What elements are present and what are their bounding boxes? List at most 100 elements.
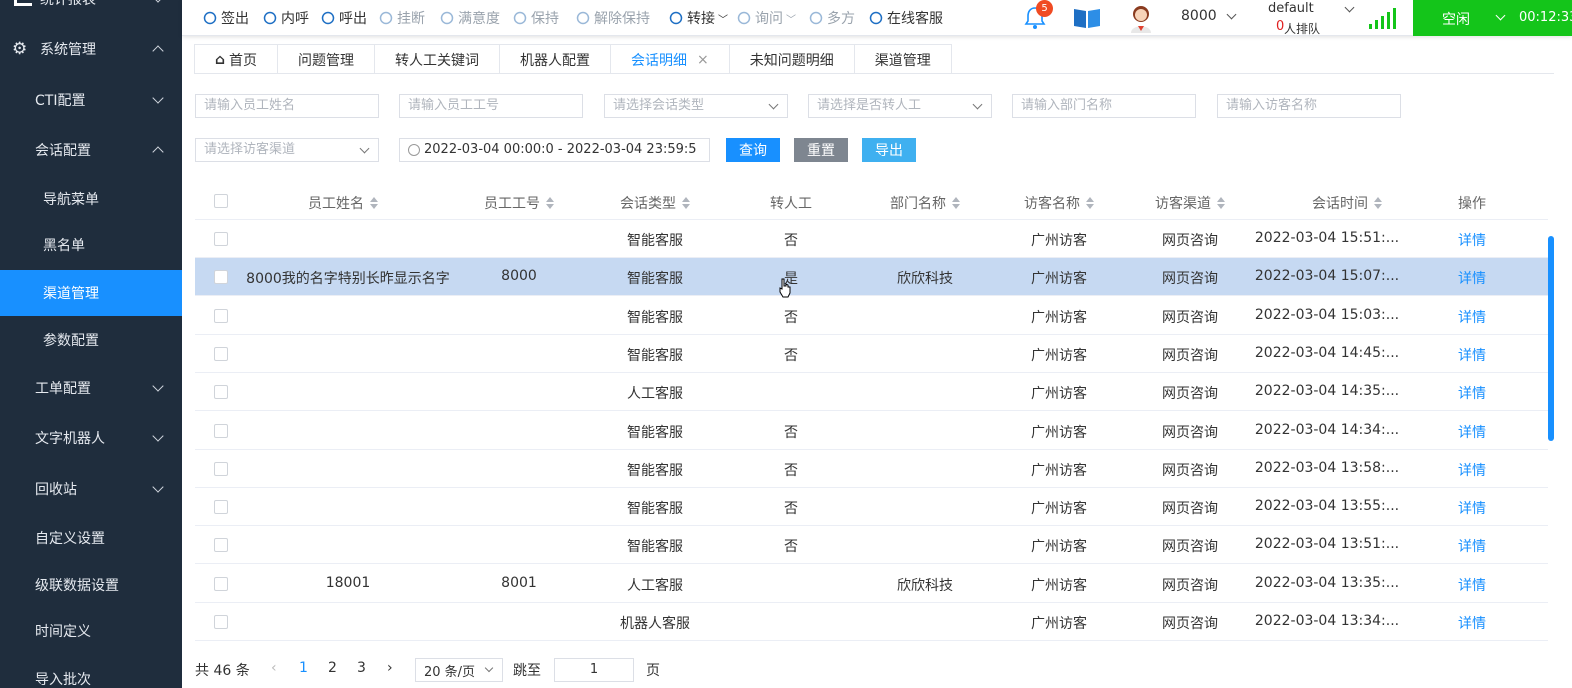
- sidebar-item-4[interactable]: 渠道管理: [0, 270, 182, 316]
- row-checkbox[interactable]: [214, 461, 228, 476]
- sort-icon[interactable]: [546, 197, 554, 209]
- detail-link[interactable]: 详情: [1458, 307, 1486, 327]
- select-all-checkbox[interactable]: [214, 194, 228, 208]
- tab-4[interactable]: 会话明细 ×: [610, 44, 730, 74]
- scrollbar[interactable]: [1548, 236, 1554, 441]
- row-checkbox[interactable]: [214, 423, 228, 438]
- department-input[interactable]: 请输入部门名称: [1012, 94, 1196, 118]
- book-icon[interactable]: [1072, 6, 1102, 34]
- sidebar-item-10[interactable]: 级联数据设置: [0, 562, 182, 608]
- detail-link[interactable]: 详情: [1458, 536, 1486, 556]
- toolbar-pause-button[interactable]: 保持: [512, 8, 559, 28]
- sort-icon[interactable]: [952, 197, 960, 209]
- query-button[interactable]: 查询: [726, 138, 780, 162]
- visitor-channel-select[interactable]: 请选择访客渠道: [195, 138, 379, 162]
- row-checkbox[interactable]: [214, 500, 228, 515]
- row-checkbox[interactable]: [214, 615, 228, 629]
- column-header[interactable]: 部门名称: [890, 193, 960, 213]
- close-icon[interactable]: ×: [697, 52, 709, 68]
- sort-icon[interactable]: [1086, 197, 1094, 209]
- page-2[interactable]: 2: [328, 660, 337, 676]
- employee-name-input[interactable]: 请输入员工姓名: [195, 94, 379, 118]
- sidebar-item-6[interactable]: 工单配置: [0, 365, 182, 411]
- next-page-icon[interactable]: ›: [387, 660, 393, 676]
- avatar[interactable]: [1128, 3, 1154, 33]
- toolbar-hangup-button[interactable]: 挂断: [378, 8, 425, 28]
- agent-status-dropdown[interactable]: 空闲 00:12:33: [1413, 0, 1572, 36]
- bell-icon[interactable]: 5: [1024, 0, 1053, 30]
- table-row[interactable]: 智能客服 否 广州访客 网页咨询 2022-03-04 15:51:... 详情: [195, 220, 1548, 258]
- sort-icon[interactable]: [1374, 197, 1382, 209]
- row-checkbox[interactable]: [214, 232, 228, 246]
- tab-6[interactable]: 渠道管理: [853, 44, 952, 74]
- tab-1[interactable]: 问题管理: [277, 44, 376, 74]
- toolbar-transfer-button[interactable]: 转接 ﹀: [668, 8, 728, 28]
- table-row[interactable]: 机器人客服 广州访客 网页咨询 2022-03-04 13:34:... 详情: [195, 603, 1548, 641]
- toolbar-group-button[interactable]: 多方: [808, 8, 855, 28]
- employee-id-input[interactable]: 请输入员工工号: [399, 94, 583, 118]
- transfer-select[interactable]: 请选择是否转人工: [808, 94, 992, 118]
- toolbar-chat-button[interactable]: 在线客服: [868, 8, 943, 28]
- toolbar-play-button[interactable]: 解除保持: [575, 8, 650, 28]
- session-type-select[interactable]: 请选择会话类型: [604, 94, 788, 118]
- agent-number-dropdown[interactable]: 8000: [1181, 8, 1237, 24]
- sidebar-item-9[interactable]: 自定义设置: [0, 515, 182, 561]
- column-header[interactable]: 访客渠道: [1155, 193, 1225, 213]
- tab-3[interactable]: 机器人配置: [499, 44, 612, 74]
- goto-page-input[interactable]: 1: [554, 658, 634, 682]
- detail-link[interactable]: 详情: [1458, 345, 1486, 365]
- row-checkbox[interactable]: [214, 346, 228, 361]
- row-checkbox[interactable]: [214, 270, 228, 285]
- row-checkbox[interactable]: [214, 385, 228, 400]
- toolbar-headset-button[interactable]: 询问 ﹀: [736, 8, 796, 28]
- detail-link[interactable]: 详情: [1458, 383, 1486, 403]
- sort-icon[interactable]: [682, 197, 690, 209]
- row-checkbox[interactable]: [214, 538, 228, 553]
- row-checkbox[interactable]: [214, 308, 228, 323]
- sidebar-item-1[interactable]: 会话配置: [0, 127, 182, 173]
- visitor-name-input[interactable]: 请输入访客名称: [1217, 94, 1401, 118]
- column-header[interactable]: 员工姓名: [308, 193, 378, 213]
- page-size-select[interactable]: 20 条/页: [415, 658, 503, 682]
- date-range-picker[interactable]: 2022-03-04 00:00:0 - 2022-03-04 23:59:5: [399, 138, 710, 162]
- table-row[interactable]: 人工客服 广州访客 网页咨询 2022-03-04 14:35:... 详情: [195, 373, 1548, 412]
- table-row[interactable]: 智能客服 否 广州访客 网页咨询 2022-03-04 13:58:... 详情: [195, 450, 1548, 488]
- queue-selector[interactable]: default 0 人排队: [1252, 0, 1362, 36]
- table-row[interactable]: 智能客服 否 广州访客 网页咨询 2022-03-04 13:55:... 详情: [195, 488, 1548, 527]
- sidebar-item-11[interactable]: 时间定义: [0, 608, 182, 654]
- table-row[interactable]: 智能客服 否 广州访客 网页咨询 2022-03-04 14:34:... 详情: [195, 412, 1548, 450]
- sidebar-item-3[interactable]: 黑名单: [0, 222, 182, 268]
- page-1[interactable]: 1: [299, 660, 308, 676]
- sidebar-item-0[interactable]: CTI配置: [0, 77, 182, 123]
- tab-5[interactable]: 未知问题明细: [728, 44, 855, 74]
- detail-link[interactable]: 详情: [1458, 575, 1486, 595]
- sidebar-item-12[interactable]: 导入批次: [0, 656, 182, 688]
- column-header[interactable]: 访客名称: [1024, 193, 1094, 213]
- detail-link[interactable]: 详情: [1458, 460, 1486, 480]
- toolbar-phone-button[interactable]: 内呼: [262, 8, 309, 28]
- sidebar-item-8[interactable]: 回收站: [0, 466, 182, 512]
- table-row[interactable]: 智能客服 否 广州访客 网页咨询 2022-03-04 14:45:... 详情: [195, 335, 1548, 373]
- table-row[interactable]: 智能客服 否 广州访客 网页咨询 2022-03-04 13:51:... 详情: [195, 526, 1548, 565]
- detail-link[interactable]: 详情: [1458, 230, 1486, 250]
- sidebar-item-7[interactable]: 文字机器人: [0, 415, 182, 461]
- detail-link[interactable]: 详情: [1458, 613, 1486, 633]
- detail-link[interactable]: 详情: [1458, 422, 1486, 442]
- page-3[interactable]: 3: [357, 660, 366, 676]
- tab-2[interactable]: 转人工关键词: [374, 44, 501, 74]
- sidebar-item-stats[interactable]: 统计报表: [0, 0, 182, 22]
- sidebar-item-2[interactable]: 导航菜单: [0, 176, 182, 222]
- toolbar-pen-button[interactable]: 签出: [202, 8, 249, 28]
- toolbar-phone-out-button[interactable]: 呼出: [320, 8, 367, 28]
- tab-0[interactable]: ⌂ 首页: [194, 44, 279, 74]
- reset-button[interactable]: 重置: [794, 138, 848, 162]
- export-button[interactable]: 导出: [862, 138, 916, 162]
- table-row[interactable]: 智能客服 否 广州访客 网页咨询 2022-03-04 15:03:... 详情: [195, 297, 1548, 335]
- sort-icon[interactable]: [1217, 197, 1225, 209]
- prev-page-icon[interactable]: ‹: [271, 660, 277, 676]
- column-header[interactable]: 员工工号: [484, 193, 554, 213]
- sidebar-section-system[interactable]: ⚙ 系统管理: [0, 26, 182, 72]
- table-row[interactable]: 18001 8001 人工客服 欣欣科技 广州访客 网页咨询 2022-03-04 13:3…: [195, 565, 1548, 603]
- sidebar-item-5[interactable]: 参数配置: [0, 317, 182, 363]
- sort-icon[interactable]: [370, 197, 378, 209]
